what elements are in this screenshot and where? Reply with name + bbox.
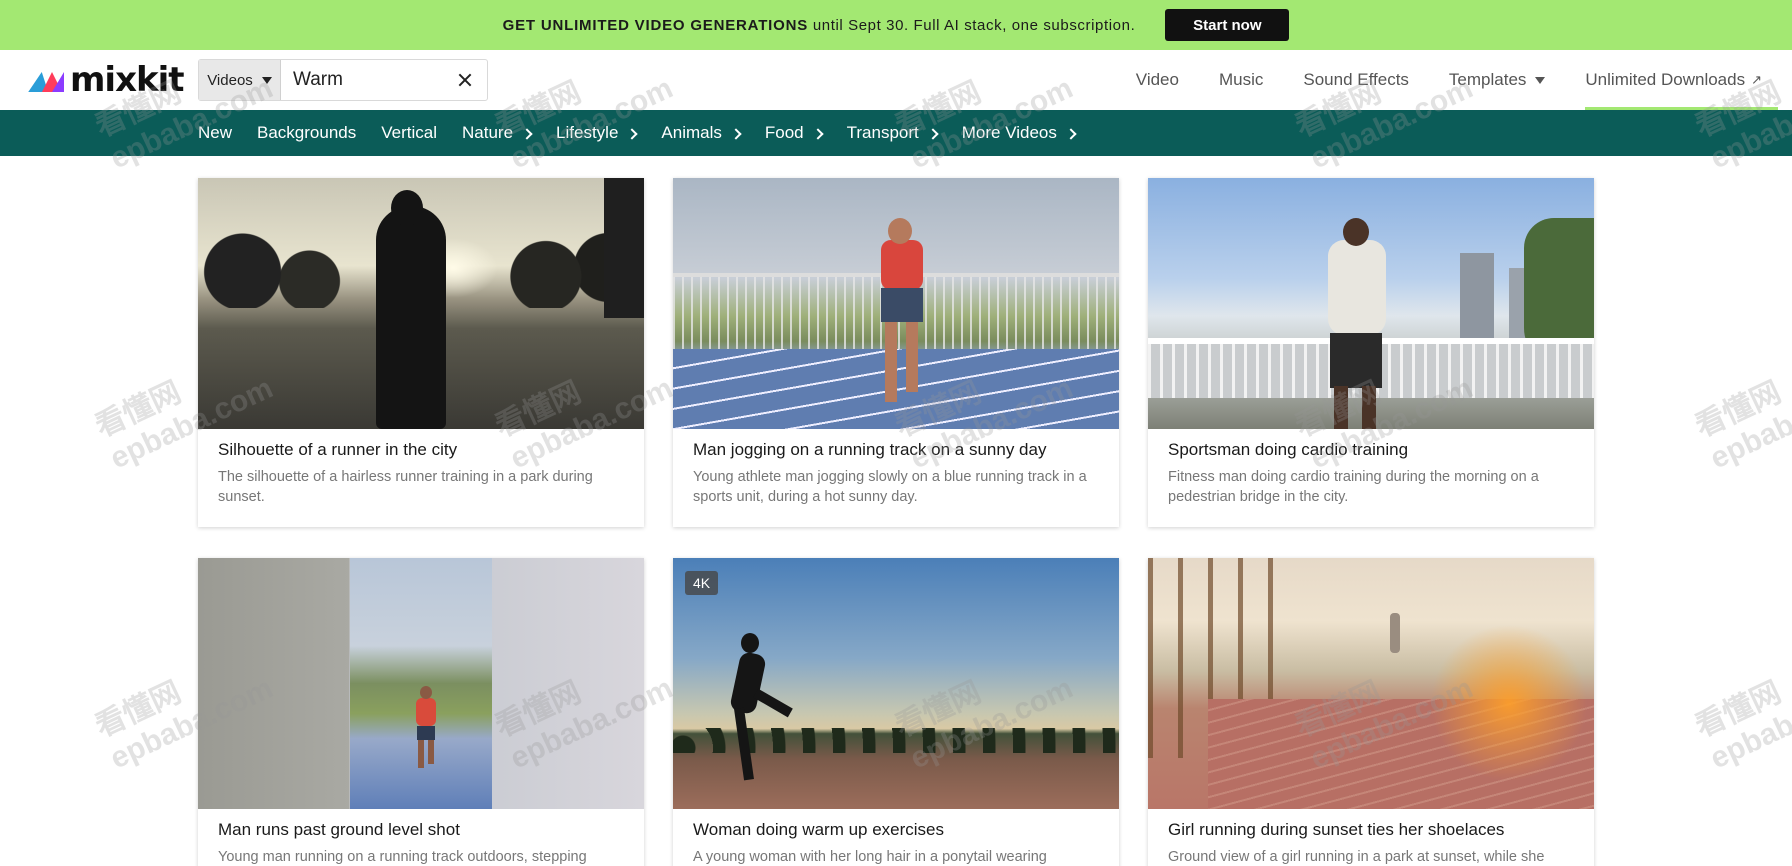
start-now-button[interactable]: Start now: [1165, 9, 1290, 41]
video-title[interactable]: Man jogging on a running track on a sunn…: [693, 439, 1099, 461]
category-food[interactable]: Food: [764, 123, 824, 143]
category-label: New: [198, 123, 233, 142]
nav-unlimited-downloads-label: Unlimited Downloads: [1585, 70, 1746, 89]
category-label: Nature: [462, 123, 514, 142]
nav-video[interactable]: Video: [1136, 50, 1179, 110]
promo-text: GET UNLIMITED VIDEO GENERATIONS until Se…: [503, 17, 1136, 34]
caret-down-icon: [1535, 76, 1546, 84]
category-label: More Videos: [961, 123, 1057, 142]
watermark: 看懂网epbaba.com: [1690, 371, 1792, 476]
video-thumbnail[interactable]: [1148, 178, 1594, 429]
search-input[interactable]: [293, 69, 453, 91]
video-title[interactable]: Silhouette of a runner in the city: [218, 439, 624, 461]
video-description: Young athlete man jogging slowly on a bl…: [693, 469, 1087, 505]
nav-sound-effects-label: Sound Effects: [1303, 70, 1409, 89]
video-thumbnail[interactable]: [198, 178, 644, 429]
promo-bold-text: GET UNLIMITED VIDEO GENERATIONS: [502, 16, 809, 34]
chevron-right-icon: [626, 127, 639, 140]
category-lifestyle[interactable]: Lifestyle: [556, 123, 639, 143]
search-type-label: Videos: [207, 71, 253, 89]
caret-down-icon: [261, 76, 272, 84]
4k-badge: 4K: [685, 571, 719, 595]
chevron-right-icon: [927, 127, 939, 140]
site-header: mixkit Videos Video Music Sound Effects …: [0, 50, 1792, 110]
nav-music-label: Music: [1218, 70, 1264, 89]
video-card-body: Sportsman doing cardio training Fitness …: [1148, 429, 1594, 527]
promo-rest-text: until Sept 30. Full AI stack, one subscr…: [812, 16, 1136, 34]
video-card[interactable]: Girl running during sunset ties her shoe…: [1148, 558, 1594, 866]
watermark: 看懂网epbaba.com: [1690, 671, 1792, 776]
category-transport[interactable]: Transport: [846, 123, 939, 143]
video-description: Ground view of a girl running in a park …: [1168, 849, 1545, 865]
category-label: Backgrounds: [257, 123, 357, 142]
video-thumbnail[interactable]: [198, 558, 644, 809]
category-nature[interactable]: Nature: [462, 123, 533, 143]
video-description: A young woman with her long hair in a po…: [693, 849, 1047, 865]
search-bar: Videos: [198, 59, 488, 101]
category-bar: New Backgrounds Vertical Nature Lifestyl…: [0, 110, 1792, 156]
video-card[interactable]: Sportsman doing cardio training Fitness …: [1148, 178, 1594, 527]
category-label: Transport: [846, 123, 919, 142]
video-thumbnail[interactable]: [673, 178, 1119, 429]
video-card-body: Man runs past ground level shot Young ma…: [198, 809, 644, 866]
video-card[interactable]: Man runs past ground level shot Young ma…: [198, 558, 644, 866]
search-type-dropdown[interactable]: Videos: [199, 60, 281, 100]
category-more-videos[interactable]: More Videos: [961, 123, 1077, 143]
video-card[interactable]: 4K Woman doing warm up exercises A young…: [673, 558, 1119, 866]
video-card-body: Girl running during sunset ties her shoe…: [1148, 809, 1594, 866]
video-title[interactable]: Man runs past ground level shot: [218, 819, 624, 841]
chevron-right-icon: [811, 127, 824, 140]
video-card-body: Woman doing warm up exercises A young wo…: [673, 809, 1119, 866]
video-title[interactable]: Girl running during sunset ties her shoe…: [1168, 819, 1574, 841]
logo-mark-icon: [28, 68, 66, 92]
clear-search-icon[interactable]: [457, 72, 473, 88]
video-thumbnail[interactable]: [1148, 558, 1594, 809]
video-card[interactable]: Silhouette of a runner in the city The s…: [198, 178, 644, 527]
video-title[interactable]: Woman doing warm up exercises: [693, 819, 1099, 841]
nav-unlimited-downloads[interactable]: Unlimited Downloads ↗: [1585, 50, 1778, 110]
video-description: Fitness man doing cardio training during…: [1168, 469, 1539, 505]
category-label: Animals: [661, 123, 722, 142]
category-animals[interactable]: Animals: [661, 123, 742, 143]
video-description: The silhouette of a hairless runner trai…: [218, 469, 593, 505]
category-new[interactable]: New: [198, 123, 232, 143]
chevron-right-icon: [730, 127, 742, 140]
category-label: Lifestyle: [556, 123, 619, 142]
promo-banner: GET UNLIMITED VIDEO GENERATIONS until Se…: [0, 0, 1792, 50]
nav-video-label: Video: [1135, 70, 1179, 89]
mixkit-logo[interactable]: mixkit: [28, 60, 185, 100]
nav-music[interactable]: Music: [1219, 50, 1263, 110]
video-card[interactable]: Man jogging on a running track on a sunn…: [673, 178, 1119, 527]
external-link-icon: ↗: [1751, 72, 1762, 87]
video-card-body: Man jogging on a running track on a sunn…: [673, 429, 1119, 527]
category-label: Vertical: [381, 123, 437, 142]
category-label: Food: [764, 123, 804, 142]
nav-templates[interactable]: Templates: [1448, 50, 1546, 110]
category-vertical[interactable]: Vertical: [381, 123, 437, 143]
chevron-right-icon: [1065, 127, 1077, 140]
nav-templates-label: Templates: [1448, 70, 1527, 89]
main-nav: Video Music Sound Effects Templates Unli…: [1096, 50, 1778, 110]
logo-wordmark: mixkit: [70, 60, 185, 100]
chevron-right-icon: [521, 127, 533, 140]
video-thumbnail[interactable]: 4K: [673, 558, 1119, 809]
video-description: Young man running on a running track out…: [218, 849, 587, 865]
nav-sound-effects[interactable]: Sound Effects: [1303, 50, 1409, 110]
category-backgrounds[interactable]: Backgrounds: [257, 123, 356, 143]
video-title[interactable]: Sportsman doing cardio training: [1168, 439, 1574, 461]
video-card-body: Silhouette of a runner in the city The s…: [198, 429, 644, 527]
